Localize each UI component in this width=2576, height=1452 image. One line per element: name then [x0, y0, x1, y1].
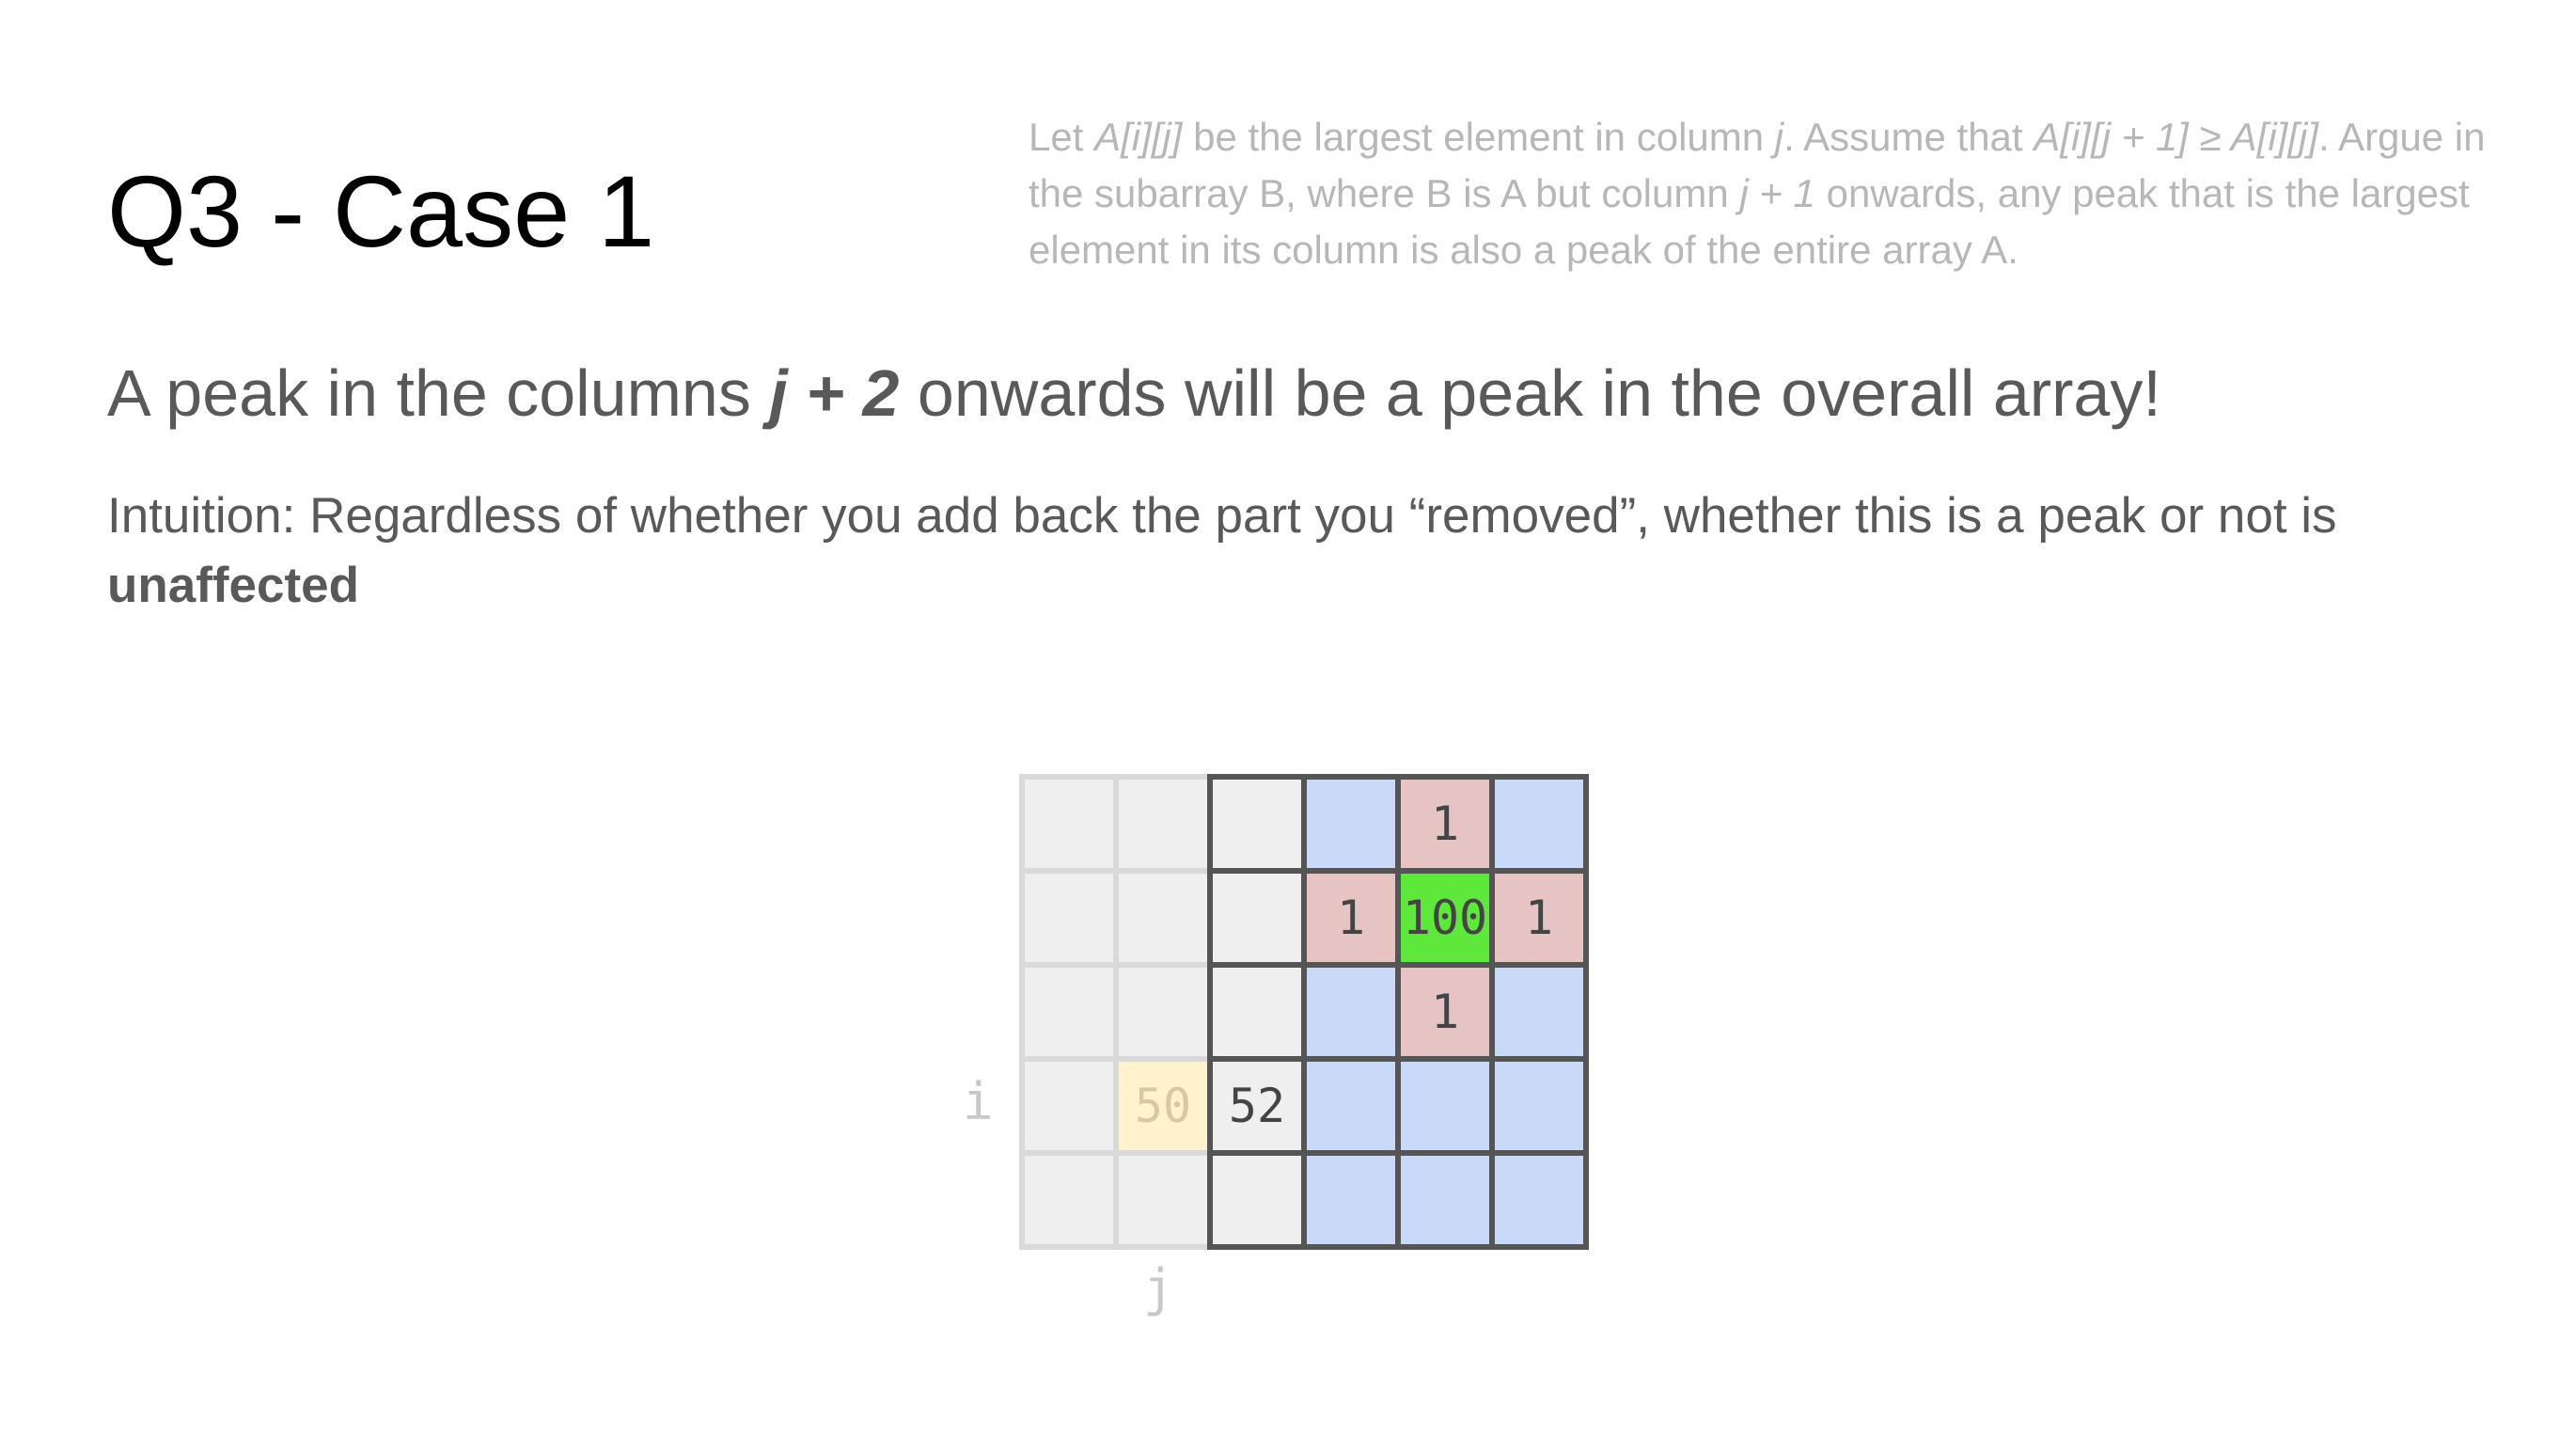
grid-cell-r2-c3 [1301, 962, 1401, 1062]
note-var-j-plus-1: j + 1 [1739, 171, 1815, 215]
grid-cell-r0-c5 [1489, 774, 1589, 874]
grid-cell-r2-c5 [1489, 962, 1589, 1062]
grid-cell-r4-c2 [1207, 1150, 1307, 1250]
problem-statement: Let A[i][j] be the largest element in co… [1029, 109, 2495, 278]
grid-cell-r1-c5: 1 [1489, 868, 1589, 968]
grid-cell-r1-c2 [1207, 868, 1307, 968]
note-inequality: A[i][j + 1] ≥ A[i][j] [2034, 115, 2319, 159]
grid-cell-r4-c4 [1395, 1150, 1495, 1250]
note-text-1: Let [1029, 115, 1095, 159]
column-label-j: j [1143, 1258, 1174, 1318]
grid-cell-r3-c4 [1395, 1056, 1495, 1156]
grid-cell-r1-c3: 1 [1301, 868, 1401, 968]
grid-cell-r0-c0 [1019, 774, 1119, 874]
grid-cell-r2-c1 [1113, 962, 1213, 1062]
note-var-aij: A[i][j] [1094, 115, 1183, 159]
intuition-text: Intuition: Regardless of whether you add… [107, 488, 2337, 544]
note-text-3: . Assume that [1783, 115, 2034, 159]
intuition-paragraph: Intuition: Regardless of whether you add… [107, 481, 2514, 621]
grid-cell-r2-c4: 1 [1395, 962, 1495, 1062]
slide-title: Q3 - Case 1 [107, 154, 655, 268]
note-text-2: be the largest element in column [1182, 115, 1775, 159]
grid-cell-r4-c3 [1301, 1150, 1401, 1250]
grid-cell-r0-c2 [1207, 774, 1307, 874]
grid-cell-r3-c0 [1019, 1056, 1119, 1156]
grid-cell-r1-c4: 100 [1395, 868, 1495, 968]
grid-cell-r1-c1 [1113, 868, 1213, 968]
grid-cell-r4-c5 [1489, 1150, 1589, 1250]
grid-cell-r4-c1 [1113, 1150, 1213, 1250]
claim-text-post: onwards will be a peak in the overall ar… [899, 356, 2161, 430]
main-claim: A peak in the columns j + 2 onwards will… [107, 348, 2161, 438]
grid-cell-r4-c0 [1019, 1150, 1119, 1250]
grid-cell-r0-c3 [1301, 774, 1401, 874]
claim-var: j + 2 [769, 356, 900, 430]
array-grid: 1 1 100 1 1 50 52 [1019, 774, 1589, 1250]
grid-cell-r0-c1 [1113, 774, 1213, 874]
grid-cell-r2-c0 [1019, 962, 1119, 1062]
intuition-bold: unaffected [107, 558, 359, 613]
grid-cell-r3-c2: 52 [1207, 1056, 1307, 1156]
grid-cell-r0-c4: 1 [1395, 774, 1495, 874]
grid-cell-r3-c1: 50 [1113, 1056, 1213, 1156]
grid-cell-r1-c0 [1019, 868, 1119, 968]
grid-cell-r2-c2 [1207, 962, 1307, 1062]
grid-cell-r3-c5 [1489, 1056, 1589, 1156]
claim-text-pre: A peak in the columns [107, 356, 770, 430]
note-var-j: j [1774, 115, 1784, 159]
row-label-i: i [963, 1072, 994, 1131]
grid-cell-r3-c3 [1301, 1056, 1401, 1156]
